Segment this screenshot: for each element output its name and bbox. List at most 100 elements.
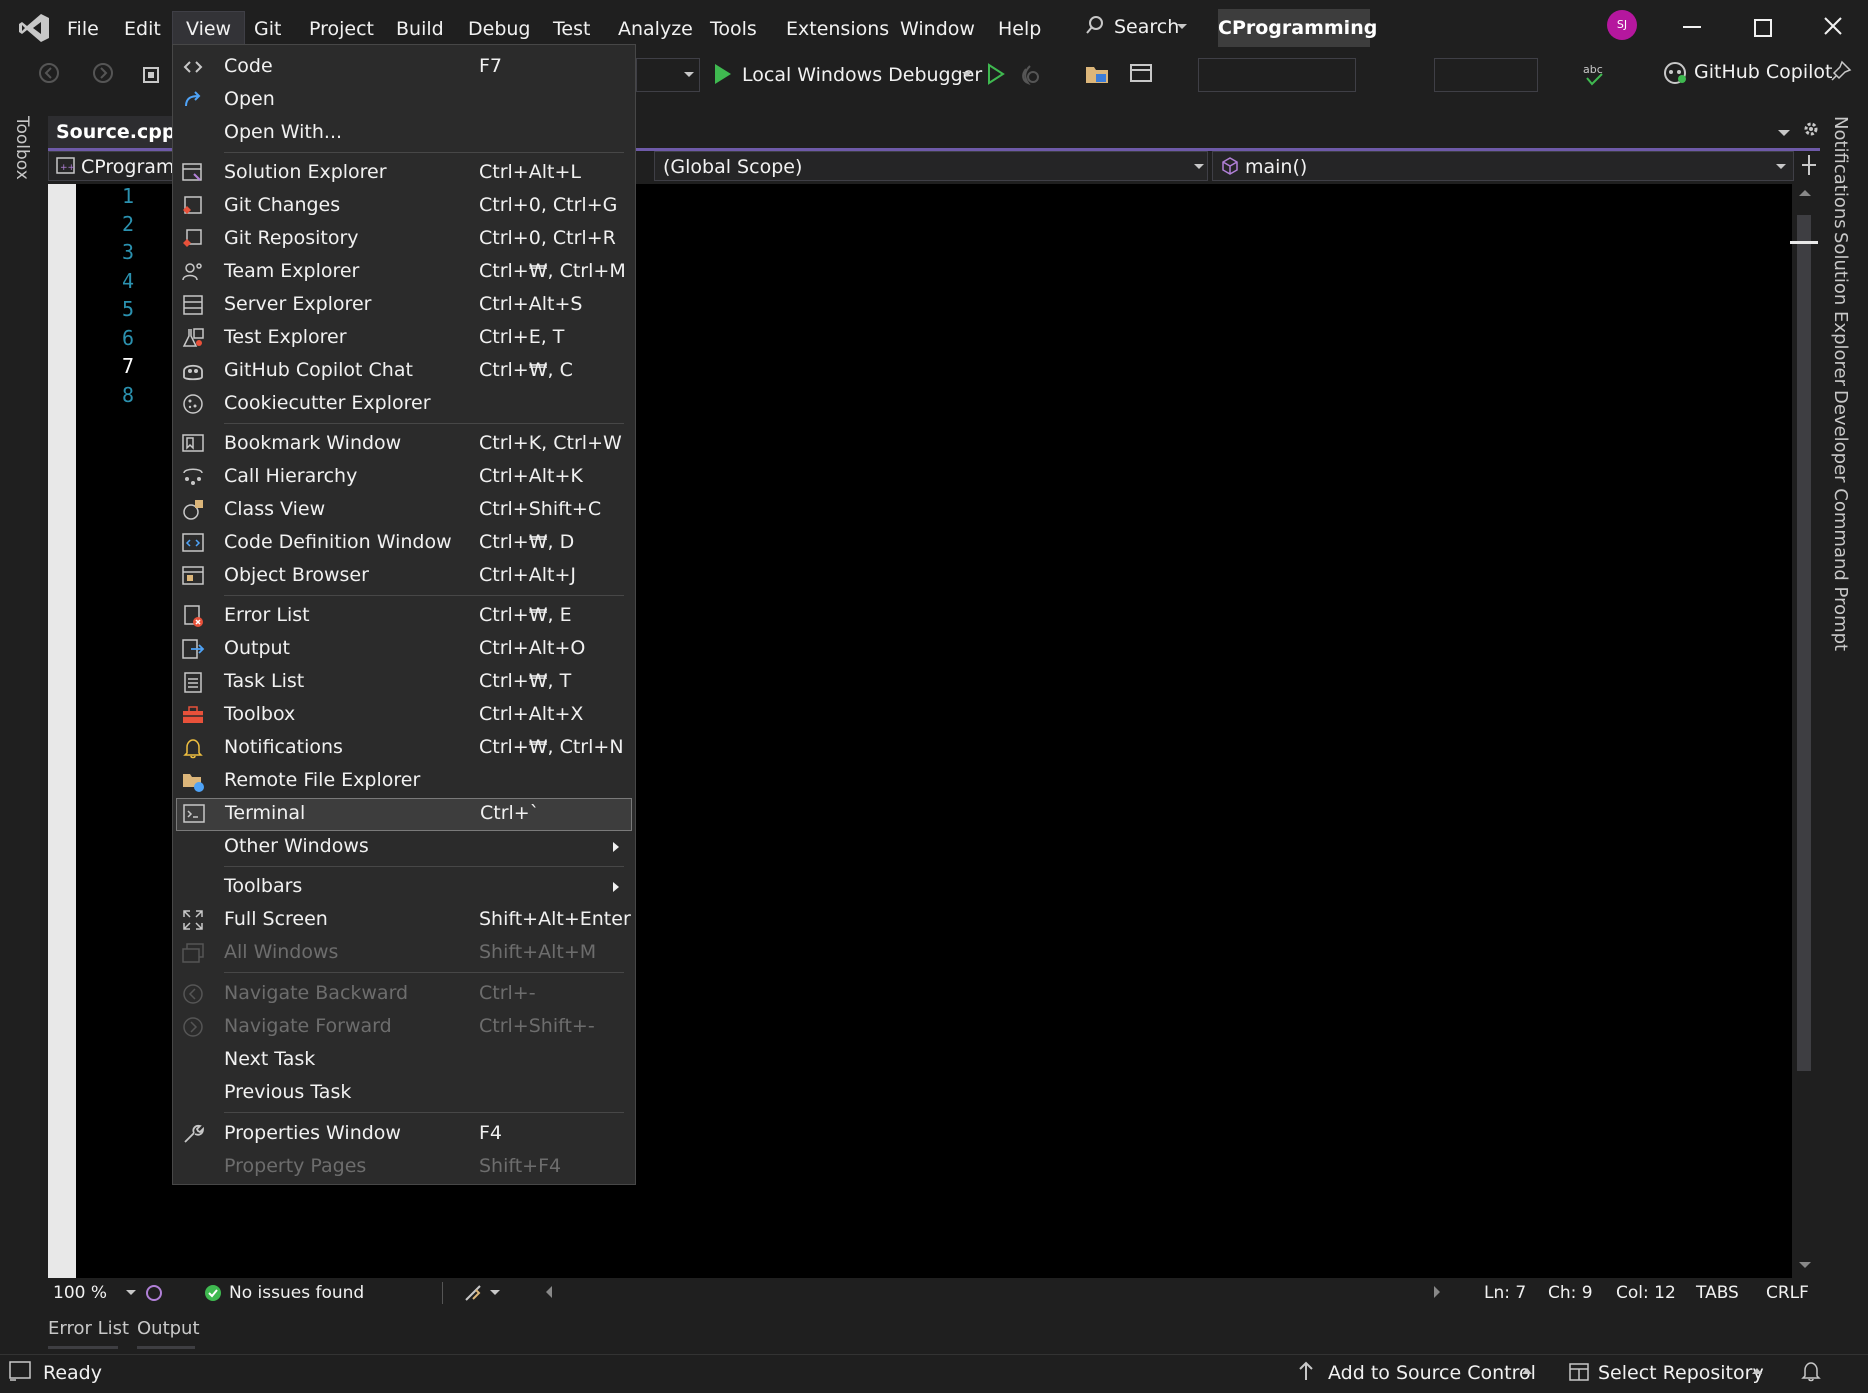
menu-extensions[interactable]: Extensions [782,14,893,44]
configuration-combo[interactable] [1198,58,1356,92]
menu-item-object-browser[interactable]: Object Browser Ctrl+Alt+J [173,560,635,593]
menu-item-label: Other Windows [224,835,369,857]
menu-item-remote-file-explorer[interactable]: Remote File Explorer [173,765,635,798]
zoom-level[interactable]: 100 % [53,1283,107,1303]
menu-item-full-screen[interactable]: Full Screen Shift+Alt+Enter [173,904,635,937]
output-window-icon[interactable] [8,1360,32,1382]
folder-icon[interactable] [1084,62,1110,86]
menu-item-server-explorer[interactable]: Server Explorer Ctrl+Alt+S [173,289,635,322]
search-button[interactable]: Search [1114,11,1179,43]
source-control-chevron-icon[interactable] [1522,1368,1532,1374]
menu-view[interactable]: View [172,11,246,46]
line-number: 5 [121,297,134,321]
menu-item-github-copilot-chat[interactable]: GitHub Copilot Chat Ctrl+₩, C [173,355,635,388]
menu-item-other-windows[interactable]: Other Windows [173,831,635,864]
menu-item-code[interactable]: Code F7 [173,51,635,84]
menu-git[interactable]: Git [250,14,285,44]
menu-item-error-list[interactable]: Error List Ctrl+₩, E [173,600,635,633]
menu-debug[interactable]: Debug [464,14,534,44]
bell-icon[interactable] [1800,1360,1822,1382]
menu-item-git-changes[interactable]: Git Changes Ctrl+0, Ctrl+G [173,190,635,223]
tab-source-cpp[interactable]: Source.cpp [48,116,184,148]
code-cleanup-icon[interactable] [462,1282,484,1304]
start-debug-icon[interactable] [713,63,733,85]
menu-item-output[interactable]: Output Ctrl+Alt+O [173,633,635,666]
menu-window[interactable]: Window [896,14,979,44]
hscroll-right-icon[interactable] [1434,1286,1440,1298]
menu-file[interactable]: File [63,14,103,44]
menu-project[interactable]: Project [305,14,378,44]
secondary-combo[interactable] [1434,58,1538,92]
scroll-up-icon[interactable] [1799,190,1811,196]
member-combo[interactable]: main() [1212,151,1794,181]
menu-item-class-view[interactable]: Class View Ctrl+Shift+C [173,494,635,527]
debugger-chevron-icon[interactable] [962,72,972,77]
minimize-button[interactable] [1683,26,1701,28]
back-arrow-icon[interactable] [38,62,60,84]
menu-item-previous-task[interactable]: Previous Task [173,1077,635,1110]
menu-item-task-list[interactable]: Task List Ctrl+₩, T [173,666,635,699]
split-editor-icon[interactable] [1800,154,1818,176]
menu-tools[interactable]: Tools [706,14,761,44]
start-without-debug-icon[interactable] [986,63,1006,85]
menu-item-terminal[interactable]: Terminal Ctrl+` [176,798,632,831]
pin-icon[interactable] [1830,60,1852,82]
scrollbar-thumb[interactable] [1797,215,1811,1071]
health-icon[interactable] [144,1283,164,1303]
zoom-chevron-icon[interactable] [126,1290,136,1295]
scope-combo[interactable]: (Global Scope) [654,151,1208,181]
developer-command-prompt-tab[interactable]: Developer Command Prompt [1830,390,1851,651]
github-copilot-button[interactable]: GitHub Copilot [1694,61,1832,83]
menu-item-open[interactable]: Open [173,84,635,117]
menu-analyze[interactable]: Analyze [614,14,697,44]
menu-item-code-definition-window[interactable]: Code Definition Window Ctrl+₩, D [173,527,635,560]
hscroll-left-icon[interactable] [546,1286,552,1298]
menu-build[interactable]: Build [392,14,448,44]
cleanup-chevron-icon[interactable] [490,1290,500,1295]
char-indicator[interactable]: Ch: 9 [1548,1283,1593,1303]
notifications-tab[interactable]: Notifications [1830,116,1851,229]
tab-overflow-icon[interactable] [1778,130,1790,136]
menu-help[interactable]: Help [994,14,1045,44]
select-repository-button[interactable]: Select Repository [1598,1362,1764,1384]
new-project-icon[interactable] [140,62,164,86]
forward-arrow-icon[interactable] [92,62,114,84]
menu-test[interactable]: Test [549,14,594,44]
close-window-button[interactable] [1823,16,1843,36]
menu-item-notifications[interactable]: Notifications Ctrl+₩, Ctrl+N [173,732,635,765]
line-ending[interactable]: CRLF [1766,1283,1809,1303]
tab-error-list[interactable]: Error List [48,1318,129,1339]
menu-item-solution-explorer[interactable]: Solution Explorer Ctrl+Alt+L [173,157,635,190]
debugger-target[interactable]: Local Windows Debugger [742,64,982,86]
issues-status[interactable]: No issues found [229,1283,364,1303]
menu-item-toolbars[interactable]: Toolbars [173,871,635,904]
indent-mode[interactable]: TABS [1696,1283,1739,1303]
menu-item-cookiecutter-explorer[interactable]: Cookiecutter Explorer [173,388,635,421]
menu-item-bookmark-window[interactable]: Bookmark Window Ctrl+K, Ctrl+W [173,428,635,461]
solution-explorer-tab[interactable]: Solution Explorer [1830,232,1851,386]
spellcheck-icon[interactable]: abc [1582,62,1606,88]
menu-item-git-repository[interactable]: Git Repository Ctrl+0, Ctrl+R [173,223,635,256]
menu-item-toolbox[interactable]: Toolbox Ctrl+Alt+X [173,699,635,732]
window-layout-icon[interactable] [1129,62,1155,86]
repository-chevron-icon[interactable] [1752,1368,1762,1374]
menu-edit[interactable]: Edit [120,14,165,44]
menu-item-next-task[interactable]: Next Task [173,1044,635,1077]
menu-item-properties-window[interactable]: Properties Window F4 [173,1118,635,1151]
add-to-source-control-button[interactable]: Add to Source Control [1328,1362,1536,1384]
menu-item-call-hierarchy[interactable]: Call Hierarchy Ctrl+Alt+K [173,461,635,494]
hot-reload-icon[interactable] [1018,63,1042,87]
gear-icon[interactable] [1802,120,1820,138]
horizontal-scrollbar[interactable] [560,1286,1430,1298]
tab-output[interactable]: Output [137,1318,200,1339]
menu-item-team-explorer[interactable]: Team Explorer Ctrl+₩, Ctrl+M [173,256,635,289]
menu-item-test-explorer[interactable]: Test Explorer Ctrl+E, T [173,322,635,355]
vs-logo-icon[interactable] [17,12,51,44]
avatar[interactable]: SJ [1607,10,1637,40]
line-indicator[interactable]: Ln: 7 [1484,1283,1526,1303]
maximize-button[interactable] [1754,19,1772,37]
menu-item-open-with[interactable]: Open With... [173,117,635,150]
column-indicator[interactable]: Col: 12 [1616,1283,1676,1303]
toolbox-tab[interactable]: Toolbox [12,116,32,180]
scroll-down-icon[interactable] [1799,1262,1811,1268]
